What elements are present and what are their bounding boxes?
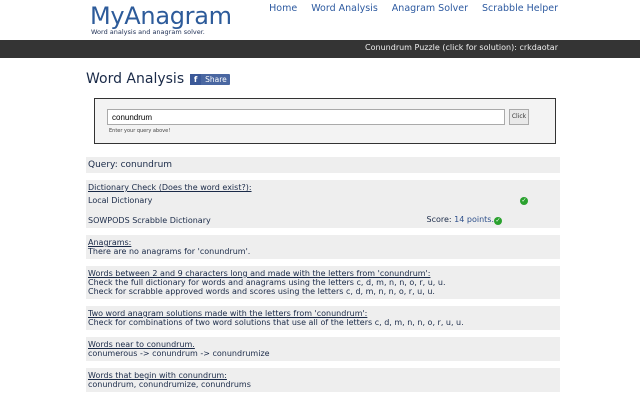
conundrum-puzzle-link[interactable]: Conundrum Puzzle (click for solution): c…: [365, 43, 558, 52]
page-title: Word Analysis: [86, 71, 185, 87]
two-word-heading[interactable]: Two word anagram solutions made with the…: [88, 309, 558, 318]
two-word-line-1[interactable]: Check for combinations of two word solut…: [88, 318, 558, 327]
near-line-1[interactable]: conumerous -> conundrum -> conundrumize: [88, 349, 558, 358]
puzzle-bar: Conundrum Puzzle (click for solution): c…: [0, 40, 640, 58]
dictionary-heading[interactable]: Dictionary Check (Does the word exist?):: [88, 183, 558, 192]
query-text: Query: conundrum: [88, 160, 173, 170]
dictionary-panel: Dictionary Check (Does the word exist?):…: [86, 180, 560, 228]
anagrams-text: There are no anagrams for 'conundrum'.: [88, 247, 251, 256]
check-icon: ✓: [520, 196, 528, 205]
begin-panel: Words that begin with conundrum: conundr…: [86, 368, 560, 392]
begin-heading[interactable]: Words that begin with conundrum:: [88, 371, 558, 380]
facebook-icon: f: [190, 73, 202, 85]
main-content: Word Analysis f Share Click Enter your q…: [86, 68, 560, 392]
search-input[interactable]: [107, 109, 505, 125]
nav-scrabble-helper[interactable]: Scrabble Helper: [482, 3, 558, 14]
query-panel: Query: conundrum: [86, 157, 560, 173]
title-row: Word Analysis f Share: [86, 70, 560, 88]
facebook-share-button[interactable]: f Share: [190, 73, 230, 85]
words-heading[interactable]: Words between 2 and 9 characters long an…: [88, 269, 558, 278]
search-hint: Enter your query above!: [109, 128, 171, 134]
begin-line-1[interactable]: conundrum, conundrumize, conundrums: [88, 380, 558, 389]
nav-word-analysis[interactable]: Word Analysis: [311, 3, 378, 14]
site-header: MyAnagram Word analysis and anagram solv…: [0, 0, 640, 40]
nav-anagram-solver[interactable]: Anagram Solver: [392, 3, 468, 14]
near-heading[interactable]: Words near to conundrum.: [88, 340, 558, 349]
logo-title[interactable]: MyAnagram: [90, 3, 232, 29]
two-word-panel: Two word anagram solutions made with the…: [86, 306, 560, 330]
score: Score: 14 points.✓: [426, 215, 502, 225]
nav-home[interactable]: Home: [269, 3, 297, 14]
local-dictionary-label: Local Dictionary: [88, 196, 153, 205]
near-panel: Words near to conundrum. conumerous -> c…: [86, 337, 560, 361]
score-value[interactable]: 14 points.: [454, 215, 494, 224]
site-logo[interactable]: MyAnagram Word analysis and anagram solv…: [90, 3, 232, 36]
main-nav: Home Word Analysis Anagram Solver Scrabb…: [255, 3, 558, 14]
search-panel: Click Enter your query above!: [94, 98, 556, 144]
check-icon: ✓: [494, 217, 502, 225]
words-panel: Words between 2 and 9 characters long an…: [86, 266, 560, 299]
search-button[interactable]: Click: [509, 109, 529, 125]
sowpods-row: SOWPODS Scrabble Dictionary Score: 14 po…: [88, 215, 558, 225]
share-label: Share: [205, 74, 227, 84]
score-prefix: Score:: [426, 215, 452, 224]
words-line-1[interactable]: Check the full dictionary for words and …: [88, 278, 558, 287]
words-line-2[interactable]: Check for scrabble approved words and sc…: [88, 287, 558, 296]
anagrams-panel: Anagrams: There are no anagrams for 'con…: [86, 235, 560, 259]
anagrams-heading[interactable]: Anagrams:: [88, 238, 558, 247]
local-dictionary-row: Local Dictionary ✓: [88, 196, 558, 205]
sowpods-label: SOWPODS Scrabble Dictionary: [88, 215, 211, 225]
